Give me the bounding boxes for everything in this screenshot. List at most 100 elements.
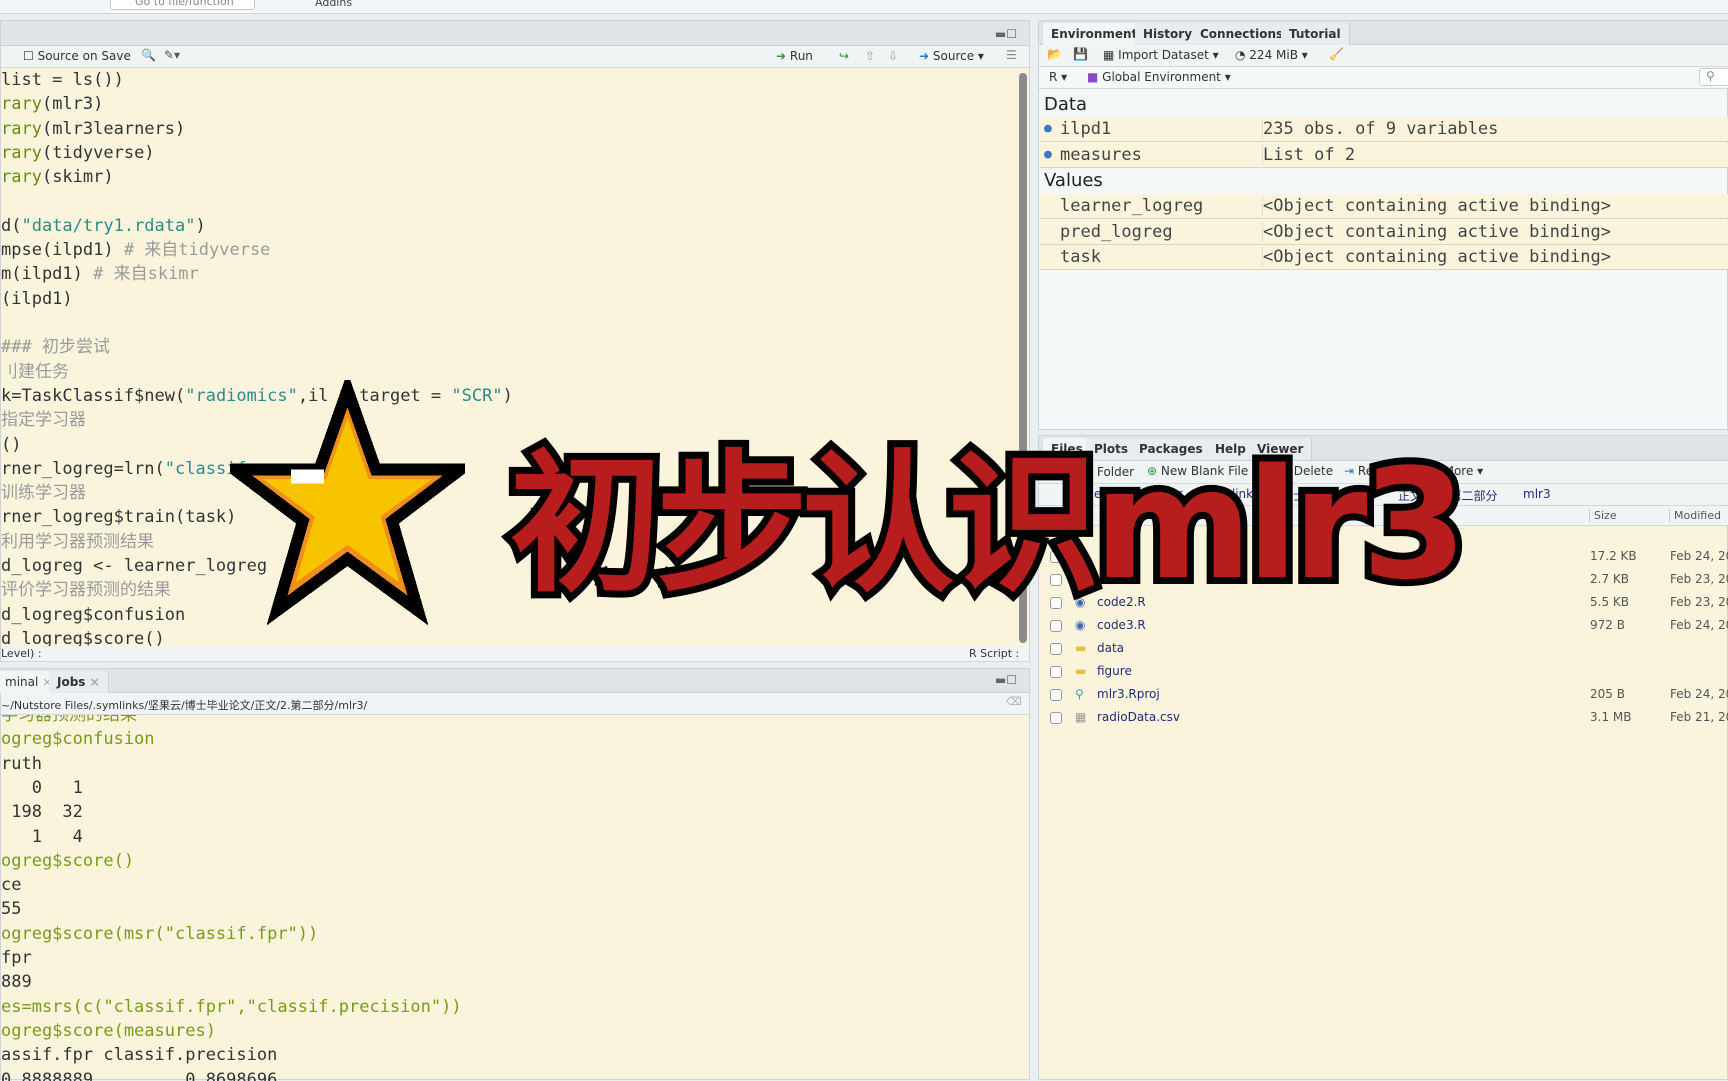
source-button[interactable]: ➜ Source ▾ xyxy=(919,49,984,63)
magic-wand-icon[interactable]: ✎▾ xyxy=(164,48,180,62)
code-token: 刂建任务 xyxy=(1,362,69,382)
file-row[interactable]: ▬figure xyxy=(1040,661,1728,684)
code-token: m(ilpd1) xyxy=(1,264,93,284)
addins-menu[interactable]: Addins xyxy=(315,0,352,9)
file-checkbox[interactable] xyxy=(1050,666,1062,678)
source-label: Source xyxy=(933,49,974,63)
code-line: 评价学习器预测的结果 xyxy=(1,578,171,602)
file-name[interactable]: data xyxy=(1097,641,1124,655)
code-line: ogreg$score() xyxy=(1,849,134,873)
code-token: 889 xyxy=(1,972,32,992)
code-line: 训练学习器 xyxy=(1,481,86,505)
code-token: es=msrs(c("classif.fpr","classif.precisi… xyxy=(1,997,462,1017)
outline-icon[interactable]: ☰ xyxy=(1006,48,1017,62)
code-token: # 来自tidyverse xyxy=(124,240,271,260)
code-line: ### 初步尝试 xyxy=(1,335,110,359)
environment-scope-bar: R ▾ ■ Global Environment ▾ ⚲ xyxy=(1039,67,1728,89)
down-arrow-icon[interactable]: ⇩ xyxy=(888,49,898,63)
code-line: 学习器预测的结果 xyxy=(1,715,137,727)
code-line: rary(mlr3) xyxy=(1,92,103,116)
import-dataset-button[interactable]: ▦ Import Dataset ▾ xyxy=(1103,48,1219,62)
scope-label: Global Environment xyxy=(1102,70,1221,84)
maximize-icon[interactable]: ▬☐ xyxy=(995,27,1017,41)
code-line: ce xyxy=(1,873,21,897)
file-modified: Feb 23, 20 xyxy=(1670,595,1728,609)
scope-indicator[interactable]: Level) : xyxy=(1,647,42,660)
variable-name: learner_logreg xyxy=(1060,196,1203,216)
scope-selector[interactable]: ■ Global Environment ▾ xyxy=(1087,70,1231,84)
file-modified: Feb 24, 20 xyxy=(1670,618,1728,632)
file-name[interactable]: radioData.csv xyxy=(1097,710,1180,724)
code-token: (ilpd1) xyxy=(1,289,73,309)
code-line: ogreg$score(measures) xyxy=(1,1019,216,1043)
code-line: ruth xyxy=(1,752,42,776)
run-button[interactable]: ➜ Run xyxy=(776,49,813,63)
code-line: 指定学习器 xyxy=(1,408,86,432)
file-row[interactable]: ▦radioData.csv3.1 MBFeb 21, 20 xyxy=(1040,707,1728,730)
expand-icon[interactable]: ● xyxy=(1044,121,1052,136)
file-modified: Feb 24, 20 xyxy=(1670,687,1728,701)
clear-console-icon[interactable]: ⌫ xyxy=(1006,695,1022,708)
tab-tutorial[interactable]: Tutorial xyxy=(1281,23,1350,45)
file-checkbox[interactable] xyxy=(1050,689,1062,701)
file-checkbox[interactable] xyxy=(1050,712,1062,724)
search-icon[interactable]: 🔍 xyxy=(141,48,156,62)
console-output[interactable]: 学习器预测的结果ogreg$confusionruth 0 1 198 32 1… xyxy=(1,715,1011,1081)
environment-search-input[interactable]: ⚲ xyxy=(1699,68,1728,86)
language-selector[interactable]: R ▾ xyxy=(1049,70,1067,84)
open-folder-icon[interactable]: 📂 xyxy=(1047,47,1062,61)
code-line: rner_logreg$train(task) xyxy=(1,505,236,529)
run-arrow-icon: ➜ xyxy=(776,49,786,63)
rerun-icon[interactable]: ↪ xyxy=(839,49,849,63)
code-token: ogreg$confusion xyxy=(1,729,155,749)
environment-row[interactable]: ●measuresList of 2 xyxy=(1040,143,1728,168)
environment-row[interactable]: task<Object containing active binding> xyxy=(1040,245,1728,270)
code-token: fpr xyxy=(1,948,32,968)
tab-connections[interactable]: Connections xyxy=(1192,23,1292,45)
column-modified[interactable]: Modified xyxy=(1669,509,1721,522)
editor-tabbar: ▬☐ xyxy=(1,21,1029,46)
expand-icon[interactable]: ● xyxy=(1044,147,1052,162)
code-token: 0.8888889 0.8698696 xyxy=(1,1070,277,1081)
file-name[interactable]: mlr3.Rproj xyxy=(1097,687,1160,701)
file-checkbox[interactable] xyxy=(1050,643,1062,655)
code-line: ogreg$confusion xyxy=(1,727,155,751)
memory-usage-button[interactable]: ◔ 224 MiB ▾ xyxy=(1235,48,1308,62)
file-row[interactable]: ▬data xyxy=(1040,638,1728,661)
file-name[interactable]: code3.R xyxy=(1097,618,1146,632)
code-line: list = ls()) xyxy=(1,68,124,92)
close-icon[interactable]: × xyxy=(90,675,100,689)
file-name[interactable]: figure xyxy=(1097,664,1132,678)
maximize-icon[interactable]: ▬☐ xyxy=(995,673,1017,687)
environment-row[interactable]: pred_logreg<Object containing active bin… xyxy=(1040,220,1728,245)
file-size: 17.2 KB xyxy=(1590,549,1637,563)
breadcrumb-item[interactable]: mlr3 xyxy=(1523,487,1551,501)
go-to-file-input[interactable]: Go to file/function xyxy=(110,0,255,10)
tab-jobs[interactable]: Jobs × xyxy=(49,671,109,693)
code-token: list = ls()) xyxy=(1,70,124,90)
code-token: assif.fpr classif.precision xyxy=(1,1045,277,1065)
up-arrow-icon[interactable]: ⇧ xyxy=(865,49,875,63)
source-on-save-checkbox[interactable]: ☐ Source on Save xyxy=(23,49,131,63)
file-type-selector[interactable]: R Script : xyxy=(969,647,1019,660)
environment-tabbar: Environment History Connections Tutorial xyxy=(1039,21,1728,45)
code-line: ogreg$score(msr("classif.fpr")) xyxy=(1,922,318,946)
broom-icon[interactable]: 🧹 xyxy=(1329,47,1344,61)
variable-name: task xyxy=(1060,247,1101,267)
column-size[interactable]: Size xyxy=(1589,509,1617,522)
code-line: m(ilpd1) # 来自skimr xyxy=(1,262,199,286)
code-token: ogreg$score(measures) xyxy=(1,1021,216,1041)
language-label: R xyxy=(1049,70,1057,84)
import-dataset-label: Import Dataset xyxy=(1118,48,1209,62)
code-line: () xyxy=(1,433,21,457)
variable-name: pred_logreg xyxy=(1060,222,1173,242)
code-token: ) xyxy=(195,216,205,236)
file-row[interactable]: ⚲mlr3.Rproj205 BFeb 24, 20 xyxy=(1040,684,1728,707)
tab-environment[interactable]: Environment xyxy=(1043,23,1146,45)
file-checkbox[interactable] xyxy=(1050,620,1062,632)
environment-row[interactable]: learner_logreg<Object containing active … xyxy=(1040,194,1728,219)
environment-row[interactable]: ●ilpd1235 obs. of 9 variables xyxy=(1040,117,1728,142)
working-directory-path[interactable]: ~/Nutstore Files/.symlinks/坚果云/博士毕业论文/正文… xyxy=(1,697,367,713)
code-token: ogreg$score() xyxy=(1,851,134,871)
save-icon[interactable]: 💾 xyxy=(1073,47,1088,61)
